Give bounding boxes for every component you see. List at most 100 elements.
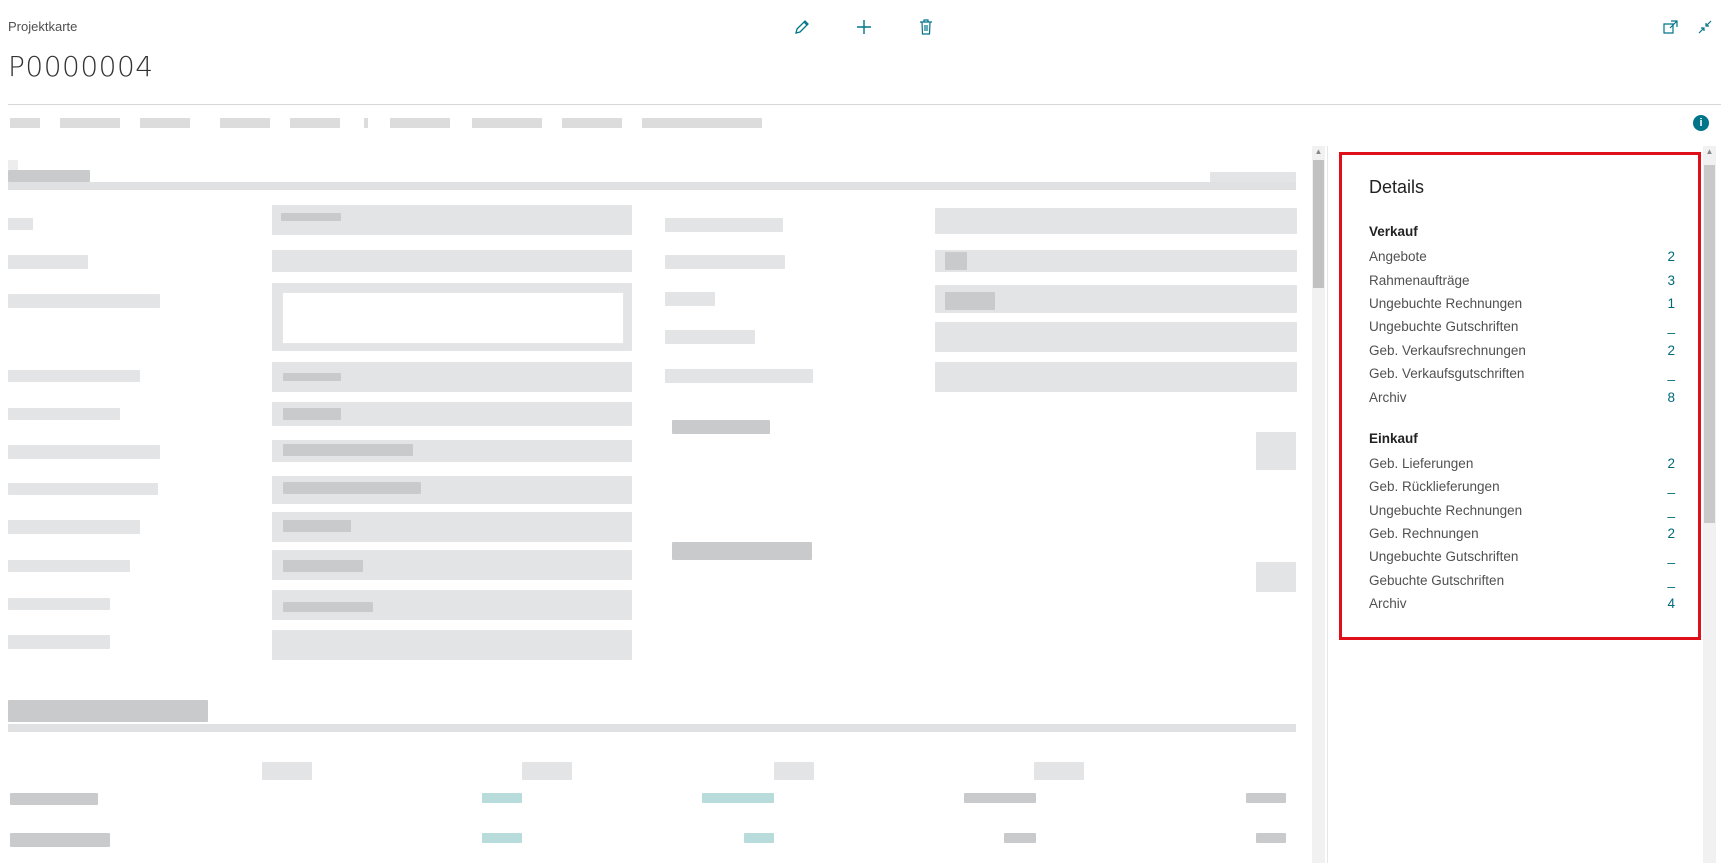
scroll-up-icon[interactable]: ▲ — [1312, 146, 1325, 158]
row-value[interactable]: _ — [1667, 479, 1675, 494]
row-value[interactable]: 1 — [1667, 296, 1675, 311]
blurred-input[interactable] — [272, 630, 632, 660]
blurred-field-label — [665, 292, 715, 306]
row-value[interactable]: 2 — [1667, 456, 1675, 471]
row-value[interactable]: _ — [1667, 549, 1675, 564]
row-label: Rahmenaufträge — [1369, 272, 1470, 288]
blurred-column-header — [262, 762, 312, 780]
action-bar-item[interactable] — [472, 118, 542, 128]
purchase-section: Einkauf Geb. Lieferungen 2 Geb. Rückliefe… — [1369, 431, 1675, 616]
row-value[interactable]: _ — [1667, 319, 1675, 334]
details-row: Rahmenaufträge 3 — [1369, 268, 1675, 291]
blurred-input-text — [283, 408, 341, 420]
action-bar-item[interactable] — [60, 118, 120, 128]
action-bar-separator — [364, 118, 368, 128]
trash-icon[interactable] — [915, 16, 937, 38]
blurred-input-text — [283, 482, 421, 494]
blurred-cell — [1004, 833, 1036, 843]
details-row: Ungebuchte Gutschriften _ — [1369, 545, 1675, 568]
action-bar-item[interactable] — [562, 118, 622, 128]
blurred-field-label — [8, 520, 140, 534]
details-row: Ungebuchte Gutschriften _ — [1369, 315, 1675, 338]
row-value[interactable]: 3 — [1667, 273, 1675, 288]
details-row: Geb. Verkaufsgutschriften _ — [1369, 362, 1675, 385]
factbox-scrollbar-thumb[interactable] — [1704, 165, 1715, 523]
details-row: Gebuchte Gutschriften _ — [1369, 569, 1675, 592]
blurred-column-header — [1034, 762, 1084, 780]
blurred-field-label — [8, 255, 88, 269]
blurred-input[interactable] — [935, 208, 1297, 234]
blurred-field-label — [8, 408, 120, 420]
blurred-input[interactable] — [935, 322, 1297, 352]
blurred-input-text — [283, 520, 351, 532]
row-value[interactable]: _ — [1667, 573, 1675, 588]
sales-section: Verkauf Angebote 2 Rahmenaufträge 3 Ungebu… — [1369, 224, 1675, 409]
row-value[interactable]: _ — [1667, 366, 1675, 381]
action-bar-item[interactable] — [140, 118, 190, 128]
blurred-input[interactable] — [935, 250, 1297, 272]
row-value[interactable]: 2 — [1667, 526, 1675, 541]
details-row: Archiv 8 — [1369, 385, 1675, 408]
plus-icon[interactable] — [853, 16, 875, 38]
row-label: Archiv — [1369, 389, 1407, 405]
details-row: Geb. Rücklieferungen _ — [1369, 475, 1675, 498]
blurred-link-cell[interactable] — [744, 833, 774, 843]
blurred-input[interactable] — [935, 362, 1297, 392]
details-row: Ungebuchte Rechnungen _ — [1369, 499, 1675, 522]
row-label: Ungebuchte Rechnungen — [1369, 295, 1523, 311]
open-in-new-window-icon[interactable] — [1660, 16, 1682, 38]
action-bar-item[interactable] — [10, 118, 40, 128]
scroll-up-icon[interactable]: ▲ — [1703, 146, 1716, 158]
factbox-divider — [1327, 146, 1328, 863]
blurred-cell — [10, 793, 98, 805]
row-label: Geb. Rechnungen — [1369, 526, 1479, 542]
blurred-cell — [964, 793, 1036, 803]
details-row: Angebote 2 — [1369, 245, 1675, 268]
blurred-input-text — [945, 252, 967, 270]
blurred-link-cell[interactable] — [482, 793, 522, 803]
row-value[interactable]: 2 — [1667, 343, 1675, 358]
row-label: Ungebuchte Gutschriften — [1369, 319, 1519, 335]
blurred-cell — [1256, 833, 1286, 843]
collapse-icon[interactable] — [1694, 16, 1716, 38]
row-label: Archiv — [1369, 596, 1407, 612]
info-icon[interactable]: i — [1693, 115, 1709, 131]
action-bar-item[interactable] — [220, 118, 270, 128]
details-row: Geb. Lieferungen 2 — [1369, 452, 1675, 475]
blurred-section-icon — [8, 160, 18, 170]
blurred-link-cell[interactable] — [482, 833, 522, 843]
row-value[interactable]: 4 — [1667, 596, 1675, 611]
blurred-input-text — [281, 213, 341, 221]
blurred-field-label — [8, 483, 158, 495]
blurred-field-label — [8, 294, 160, 308]
action-bar-item[interactable] — [642, 118, 762, 128]
blurred-link-cell[interactable] — [702, 793, 774, 803]
blurred-field-label — [8, 445, 160, 459]
blurred-section-title — [8, 700, 208, 722]
blurred-group-title — [672, 542, 812, 560]
action-bar-item[interactable] — [390, 118, 450, 128]
blurred-input-text — [283, 444, 413, 456]
blurred-field-label — [8, 635, 110, 649]
details-row: Geb. Rechnungen 2 — [1369, 522, 1675, 545]
blurred-image-field[interactable] — [1256, 562, 1296, 592]
details-row: Geb. Verkaufsrechnungen 2 — [1369, 339, 1675, 362]
main-scrollbar-thumb[interactable] — [1313, 160, 1324, 288]
page-title: P0000004 — [8, 50, 154, 83]
row-label: Geb. Verkaufsgutschriften — [1369, 366, 1525, 382]
row-value[interactable]: 2 — [1667, 249, 1675, 264]
row-label: Ungebuchte Rechnungen — [1369, 502, 1523, 518]
blurred-show-more[interactable] — [1210, 172, 1296, 182]
blurred-input[interactable] — [272, 250, 632, 272]
textarea-inner[interactable] — [282, 292, 624, 344]
row-value[interactable]: 8 — [1667, 390, 1675, 405]
row-label: Geb. Rücklieferungen — [1369, 479, 1500, 495]
details-title: Details — [1369, 177, 1425, 197]
page-caption: Projektkarte — [8, 19, 78, 34]
blurred-input-text — [945, 292, 995, 310]
action-bar-item[interactable] — [290, 118, 340, 128]
row-value[interactable]: _ — [1667, 503, 1675, 518]
blurred-image-field[interactable] — [1256, 432, 1296, 470]
pencil-icon[interactable] — [791, 16, 813, 38]
blurred-field-label — [665, 369, 813, 383]
